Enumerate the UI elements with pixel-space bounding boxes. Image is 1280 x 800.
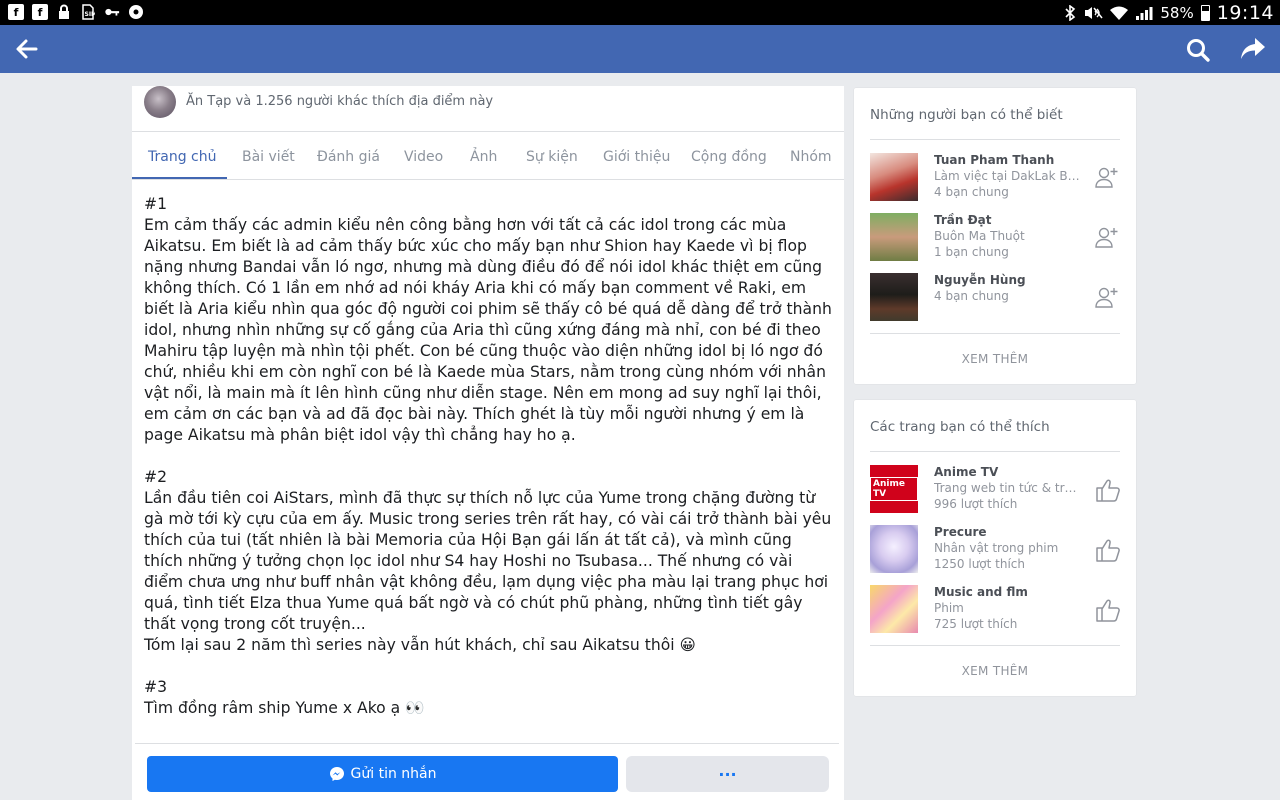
messenger-icon xyxy=(329,767,344,781)
mute-icon xyxy=(1085,6,1103,19)
tab-posts[interactable]: Bài viết xyxy=(242,149,295,165)
key-icon xyxy=(104,4,120,20)
post-text: #1 Em cảm thấy các admin kiểu nên công b… xyxy=(144,195,832,759)
page-detail: Trang web tin tức & truyền hình xyxy=(934,481,1084,495)
page-detail: Phim xyxy=(934,601,964,615)
tab-community[interactable]: Cộng đồng xyxy=(691,149,767,165)
page-likes: 725 lượt thích xyxy=(934,617,1018,631)
active-tab-indicator xyxy=(132,177,227,179)
tab-about[interactable]: Giới thiệu xyxy=(603,149,670,165)
facebook-icon: f xyxy=(32,4,48,20)
person-detail: Buôn Ma Thuột xyxy=(934,229,1025,243)
battery-percent: 58% xyxy=(1160,3,1194,22)
send-message-label: Gửi tin nhắn xyxy=(350,766,437,782)
system-indicators: 58% 19:14 xyxy=(1064,0,1274,25)
logo-text: Anime TV xyxy=(870,477,918,501)
mutual-friends: 4 bạn chung xyxy=(934,185,1009,199)
people-you-may-know-card: Những người bạn có thể biết Tuan Pham Th… xyxy=(854,88,1136,384)
page-tabs: Trang chủ Bài viết Đánh giá Video Ảnh Sự… xyxy=(132,133,844,180)
person-photo xyxy=(870,153,918,201)
person-item[interactable]: Nguyễn Hùng 4 bạn chung xyxy=(870,273,1120,323)
back-arrow-icon[interactable] xyxy=(14,37,40,61)
clock: 19:14 xyxy=(1216,1,1274,24)
signal-icon xyxy=(1136,6,1153,20)
mutual-friends: 1 bạn chung xyxy=(934,245,1009,259)
sim-icon: SIM xyxy=(80,4,96,20)
tab-home[interactable]: Trang chủ xyxy=(148,149,216,165)
person-item[interactable]: Tuan Pham Thanh Làm việc tại DakLak Buon… xyxy=(870,153,1120,203)
pages-you-may-like-card: Các trang bạn có thể thích Anime TV Anim… xyxy=(854,400,1136,696)
see-more-pages-link[interactable]: XEM THÊM xyxy=(854,664,1136,678)
divider xyxy=(870,139,1120,140)
divider xyxy=(870,333,1120,334)
app-top-bar xyxy=(0,25,1280,73)
person-name[interactable]: Trần Đạt xyxy=(934,213,992,227)
thumbs-up-icon[interactable] xyxy=(1095,537,1121,563)
tab-groups[interactable]: Nhóm xyxy=(790,149,832,165)
page-name[interactable]: Music and flm xyxy=(934,585,1028,599)
send-message-button[interactable]: Gửi tin nhắn xyxy=(147,756,618,792)
notification-icons: f f SIM xyxy=(8,4,144,21)
page-item[interactable]: Music and flm Phim 725 lượt thích xyxy=(870,585,1120,635)
tab-videos[interactable]: Video xyxy=(404,149,443,165)
status-bar: f f SIM 58% 19:14 xyxy=(0,0,1280,25)
page-logo xyxy=(870,525,918,573)
person-photo xyxy=(870,273,918,321)
page-logo xyxy=(870,585,918,633)
page-name[interactable]: Precure xyxy=(934,525,987,539)
mutual-friends: 4 bạn chung xyxy=(934,289,1009,303)
tab-photos[interactable]: Ảnh xyxy=(470,149,497,165)
page-name[interactable]: Anime TV xyxy=(934,465,998,479)
friend-avatar xyxy=(144,86,176,118)
wifi-icon xyxy=(1110,6,1129,20)
search-icon[interactable] xyxy=(1185,37,1211,63)
person-photo xyxy=(870,213,918,261)
card-title: Các trang bạn có thể thích xyxy=(870,419,1050,435)
svg-text:SIM: SIM xyxy=(85,11,96,18)
add-friend-icon[interactable] xyxy=(1095,285,1119,309)
battery-icon xyxy=(1200,4,1210,21)
settings-icon xyxy=(128,4,144,20)
divider xyxy=(870,451,1120,452)
tab-reviews[interactable]: Đánh giá xyxy=(317,149,380,165)
card-title: Những người bạn có thể biết xyxy=(870,107,1063,123)
share-icon[interactable] xyxy=(1239,36,1267,62)
lock-icon xyxy=(56,4,72,20)
see-more-people-link[interactable]: XEM THÊM xyxy=(854,352,1136,366)
bluetooth-icon xyxy=(1065,4,1076,21)
page-likes: 996 lượt thích xyxy=(934,497,1018,511)
divider xyxy=(870,645,1120,646)
add-friend-icon[interactable] xyxy=(1095,165,1119,189)
person-item[interactable]: Trần Đạt Buôn Ma Thuột 1 bạn chung xyxy=(870,213,1120,263)
thumbs-up-icon[interactable] xyxy=(1095,597,1121,623)
page-action-bar: Gửi tin nhắn ··· xyxy=(135,743,839,800)
page-item[interactable]: Precure Nhân vật trong phim 1250 lượt th… xyxy=(870,525,1120,575)
more-options-button[interactable]: ··· xyxy=(626,756,829,792)
person-detail: Làm việc tại DakLak Buon Ma Thuot xyxy=(934,169,1084,183)
add-friend-icon[interactable] xyxy=(1095,225,1119,249)
page-logo: Anime TV xyxy=(870,465,918,513)
page-likes: 1250 lượt thích xyxy=(934,557,1026,571)
facebook-icon: f xyxy=(8,4,24,20)
page-likes-text: Ăn Tạp và 1.256 người khác thích địa điể… xyxy=(186,94,494,109)
person-name[interactable]: Tuan Pham Thanh xyxy=(934,153,1054,167)
page-main-card: Ăn Tạp và 1.256 người khác thích địa điể… xyxy=(132,86,844,800)
tab-events[interactable]: Sự kiện xyxy=(526,149,578,165)
thumbs-up-icon[interactable] xyxy=(1095,477,1121,503)
page-likes-row[interactable]: Ăn Tạp và 1.256 người khác thích địa điể… xyxy=(132,86,844,132)
page-detail: Nhân vật trong phim xyxy=(934,541,1059,555)
page-item[interactable]: Anime TV Anime TV Trang web tin tức & tr… xyxy=(870,465,1120,515)
person-name[interactable]: Nguyễn Hùng xyxy=(934,273,1026,287)
